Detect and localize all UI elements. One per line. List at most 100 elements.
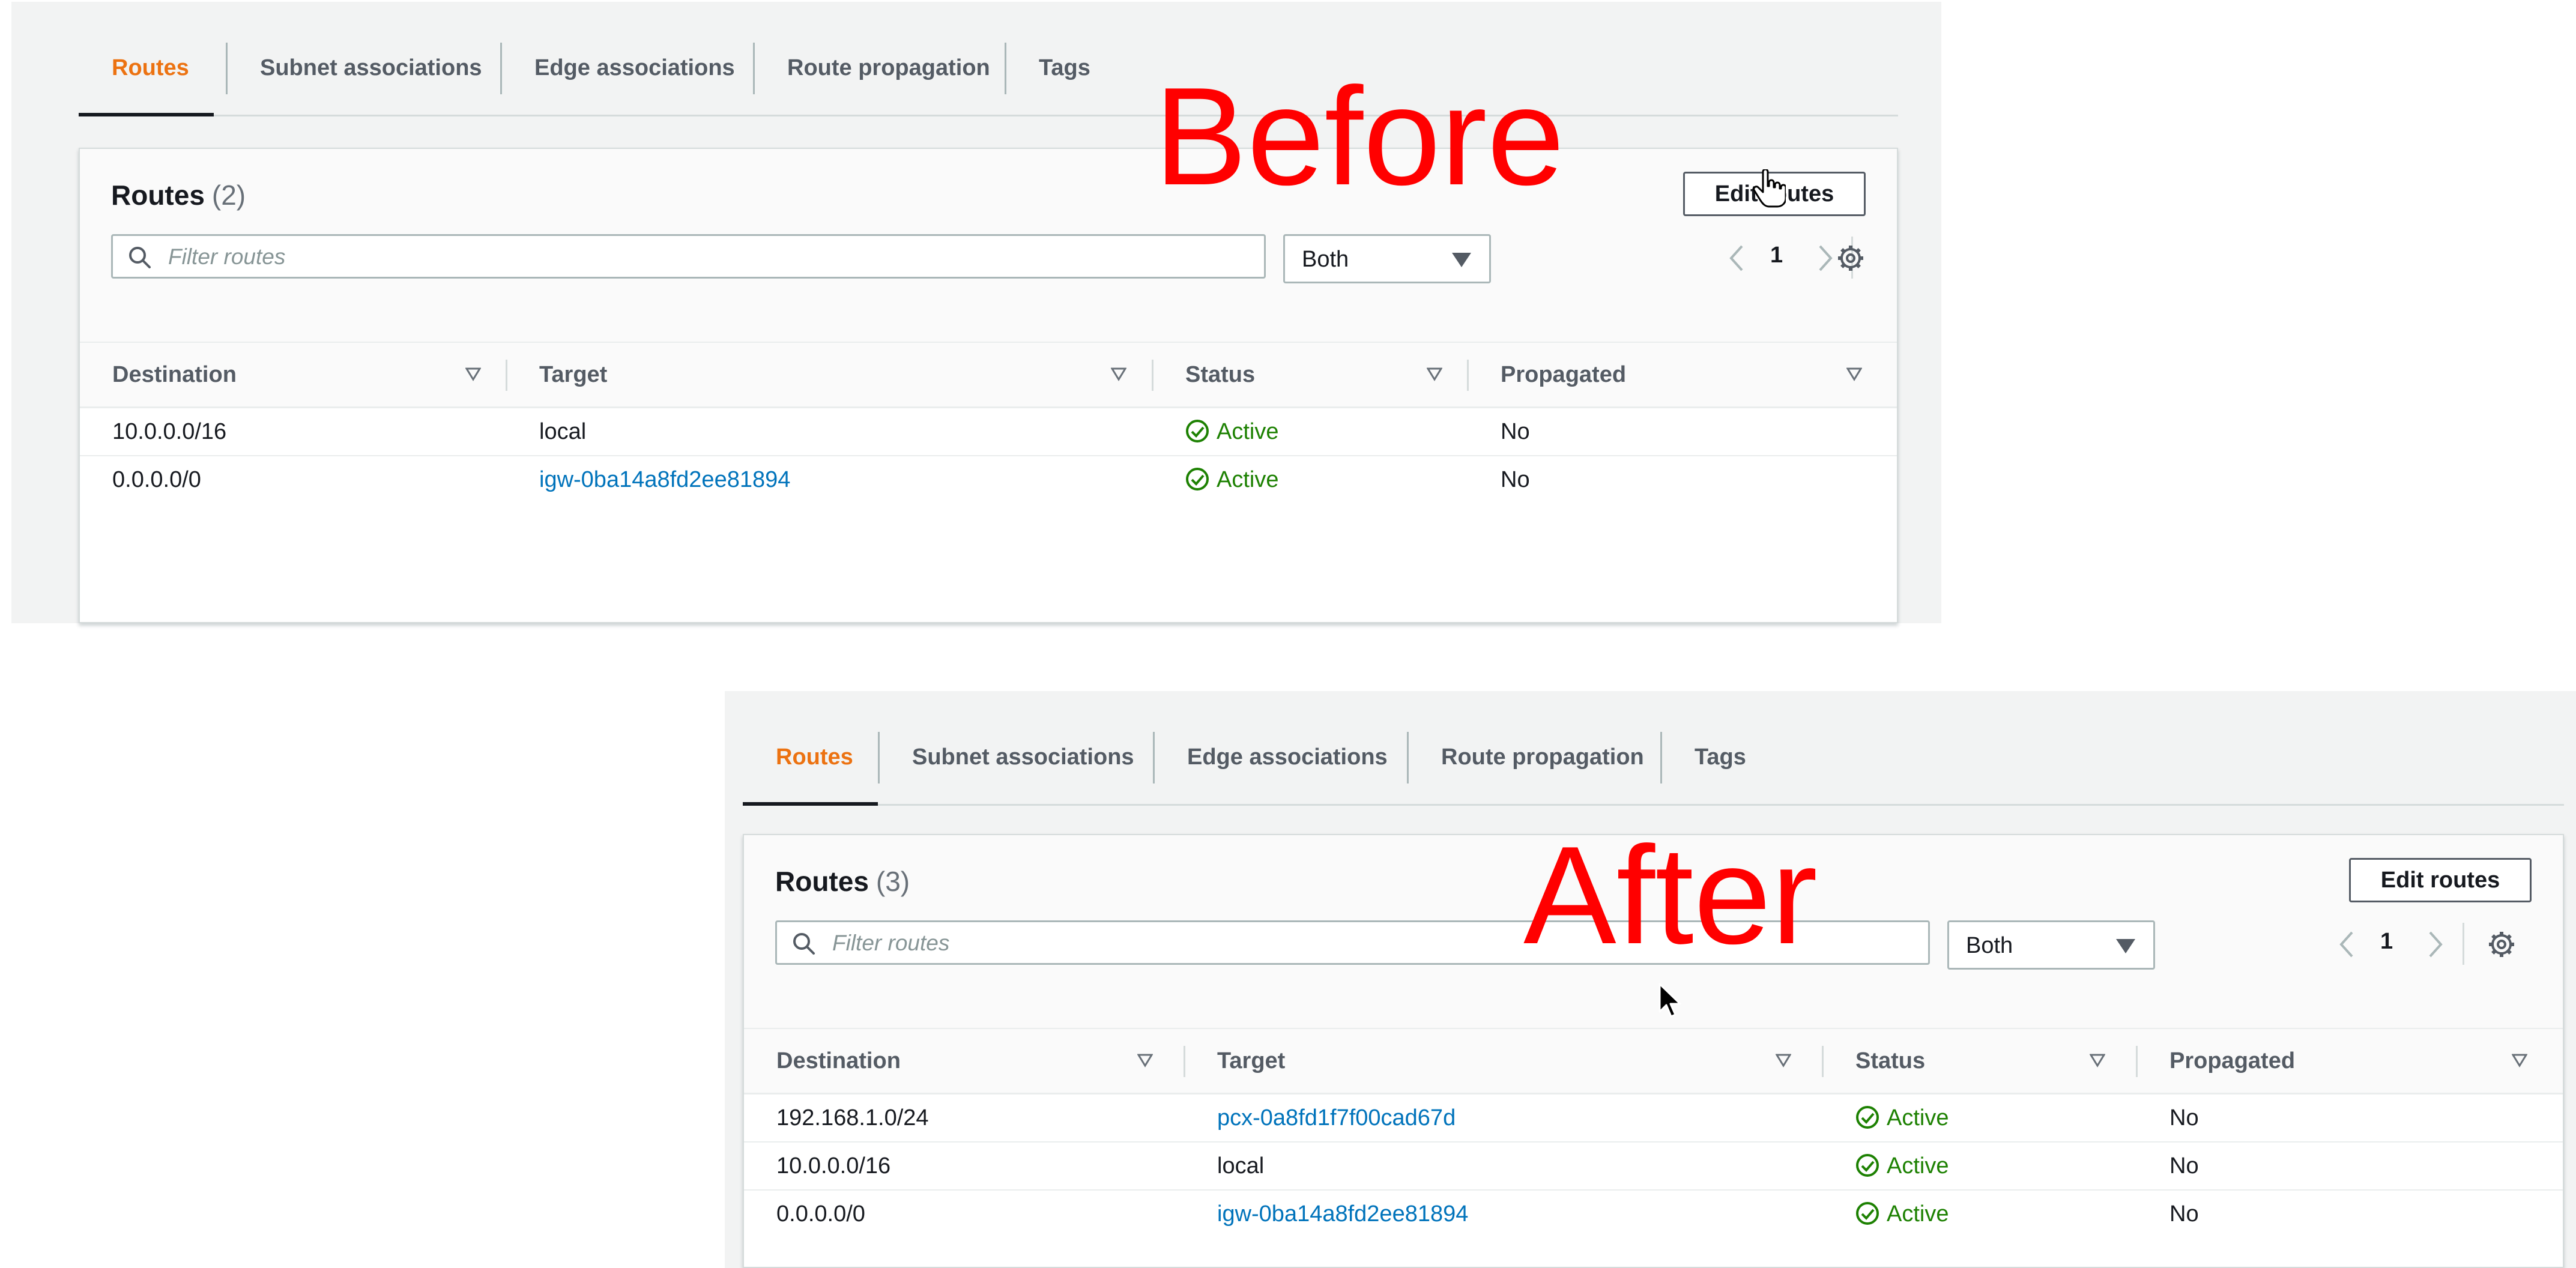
destination-cell: 0.0.0.0/0 (112, 467, 201, 492)
propagated-cell: No (2169, 1153, 2199, 1179)
sort-triangle-icon[interactable] (2090, 1053, 2105, 1067)
tab-separator (1660, 732, 1662, 783)
tab-tags[interactable]: Tags (1039, 50, 1090, 86)
sort-triangle-icon[interactable] (1776, 1053, 1791, 1067)
sort-triangle-icon[interactable] (1137, 1053, 1153, 1067)
sort-triangle-icon[interactable] (1846, 367, 1862, 381)
tab-tags[interactable]: Tags (1695, 739, 1746, 775)
status-cell: Active (1185, 456, 1278, 503)
column-separator (1184, 1046, 1185, 1077)
table-row[interactable]: 0.0.0.0/0 igw-0ba14a8fd2ee81894 Active N… (744, 1191, 2563, 1237)
column-propagated[interactable]: Propagated (1501, 343, 1626, 406)
column-status[interactable]: Status (1855, 1029, 1925, 1093)
status-text: Active (1887, 1105, 1949, 1131)
chevron-left-icon[interactable] (2335, 929, 2357, 960)
sort-triangle-icon[interactable] (2512, 1053, 2527, 1067)
status-text: Active (1887, 1201, 1949, 1227)
chevron-right-icon[interactable] (2425, 929, 2447, 960)
tab-edge-associations[interactable]: Edge associations (1187, 739, 1388, 775)
propagated-cell: No (2169, 1105, 2199, 1131)
routes-container: Routes(2) Edit routes Both (79, 148, 1898, 623)
route-type-select[interactable]: Both (1947, 920, 2155, 970)
column-target[interactable]: Target (1217, 1029, 1285, 1093)
tab-separator (226, 43, 228, 94)
chevron-left-icon[interactable] (1725, 243, 1747, 274)
page-number[interactable]: 1 (2380, 929, 2393, 955)
tab-bar: Routes Subnet associations Edge associat… (743, 691, 2564, 806)
column-status[interactable]: Status (1185, 343, 1255, 406)
select-value: Both (1302, 247, 1349, 272)
column-propagated[interactable]: Propagated (2169, 1029, 2295, 1093)
before-label: Before (1154, 59, 1565, 214)
pagination: 1 (1725, 240, 1845, 276)
check-circle-icon (1186, 467, 1209, 491)
page-number[interactable]: 1 (1770, 243, 1783, 268)
tab-bar: Routes Subnet associations Edge associat… (79, 2, 1898, 116)
column-separator (506, 360, 507, 391)
propagated-cell: No (1501, 419, 1530, 444)
tab-subnet-associations[interactable]: Subnet associations (912, 739, 1134, 775)
check-circle-icon (1856, 1153, 1879, 1177)
pager-separator (2463, 923, 2464, 965)
filter-routes-input[interactable] (167, 236, 1190, 278)
tab-separator (878, 732, 880, 783)
tab-separator (753, 43, 755, 94)
destination-cell: 10.0.0.0/16 (776, 1153, 891, 1179)
check-circle-icon (1856, 1201, 1879, 1225)
tab-route-propagation[interactable]: Route propagation (787, 50, 990, 86)
edit-routes-button[interactable]: Edit routes (2349, 858, 2532, 902)
column-separator (1152, 360, 1153, 391)
routes-count: (3) (875, 866, 910, 897)
status-cell: Active (1855, 1191, 1949, 1237)
sort-triangle-icon[interactable] (1111, 367, 1126, 381)
target-link[interactable]: igw-0ba14a8fd2ee81894 (1217, 1191, 1468, 1237)
active-tab-underline (743, 802, 878, 806)
sort-triangle-icon[interactable] (465, 367, 481, 381)
target-link[interactable]: igw-0ba14a8fd2ee81894 (539, 456, 790, 503)
status-text: Active (1217, 419, 1279, 444)
tab-separator (1407, 732, 1409, 783)
filter-routes-field[interactable] (111, 234, 1266, 279)
tab-subnet-associations[interactable]: Subnet associations (260, 50, 482, 86)
tab-separator (500, 43, 502, 94)
table-row[interactable]: 0.0.0.0/0 igw-0ba14a8fd2ee81894 Active N… (80, 456, 1897, 503)
propagated-cell: No (1501, 467, 1530, 492)
status-text: Active (1217, 467, 1279, 492)
target-link[interactable]: pcx-0a8fd1f7f00cad67d (1217, 1094, 1456, 1141)
routes-title: Routes (775, 866, 869, 897)
after-panel: Routes Subnet associations Edge associat… (725, 691, 2576, 1268)
caret-down-icon (1452, 253, 1471, 267)
target-cell: local (1217, 1153, 1265, 1179)
gear-icon[interactable] (1836, 244, 1865, 273)
tab-separator (1005, 43, 1006, 94)
tab-edge-associations[interactable]: Edge associations (534, 50, 735, 86)
route-type-select[interactable]: Both (1283, 234, 1491, 283)
status-text: Active (1887, 1153, 1949, 1179)
tab-route-propagation[interactable]: Route propagation (1441, 739, 1644, 775)
hand-pointer-cursor-icon (1753, 169, 1786, 208)
status-cell: Active (1855, 1143, 1949, 1189)
column-separator (1822, 1046, 1824, 1077)
table-row[interactable]: 192.168.1.0/24 pcx-0a8fd1f7f00cad67d Act… (744, 1094, 2563, 1143)
routes-title: Routes (111, 180, 205, 211)
arrow-pointer-cursor-icon (1658, 983, 1681, 1018)
before-panel: Routes Subnet associations Edge associat… (11, 2, 1941, 623)
gear-icon[interactable] (2487, 930, 2516, 959)
chevron-right-icon[interactable] (1815, 243, 1837, 274)
column-destination[interactable]: Destination (112, 343, 237, 406)
column-separator (1467, 360, 1469, 391)
caret-down-icon (2116, 939, 2135, 953)
destination-cell: 0.0.0.0/0 (776, 1201, 865, 1227)
column-target[interactable]: Target (539, 343, 607, 406)
table-row[interactable]: 10.0.0.0/16 local Active No (744, 1143, 2563, 1191)
column-destination[interactable]: Destination (776, 1029, 901, 1093)
tab-routes[interactable]: Routes (776, 739, 853, 775)
status-cell: Active (1855, 1094, 1949, 1141)
routes-heading: Routes (2) (111, 179, 246, 211)
sort-triangle-icon[interactable] (1427, 367, 1442, 381)
table-row[interactable]: 10.0.0.0/16 local Active No (80, 408, 1897, 456)
search-icon (129, 247, 151, 268)
tab-routes[interactable]: Routes (112, 50, 189, 86)
table-header: Destination Target Status Propagated (744, 1029, 2563, 1094)
routes-count: (2) (211, 180, 246, 211)
